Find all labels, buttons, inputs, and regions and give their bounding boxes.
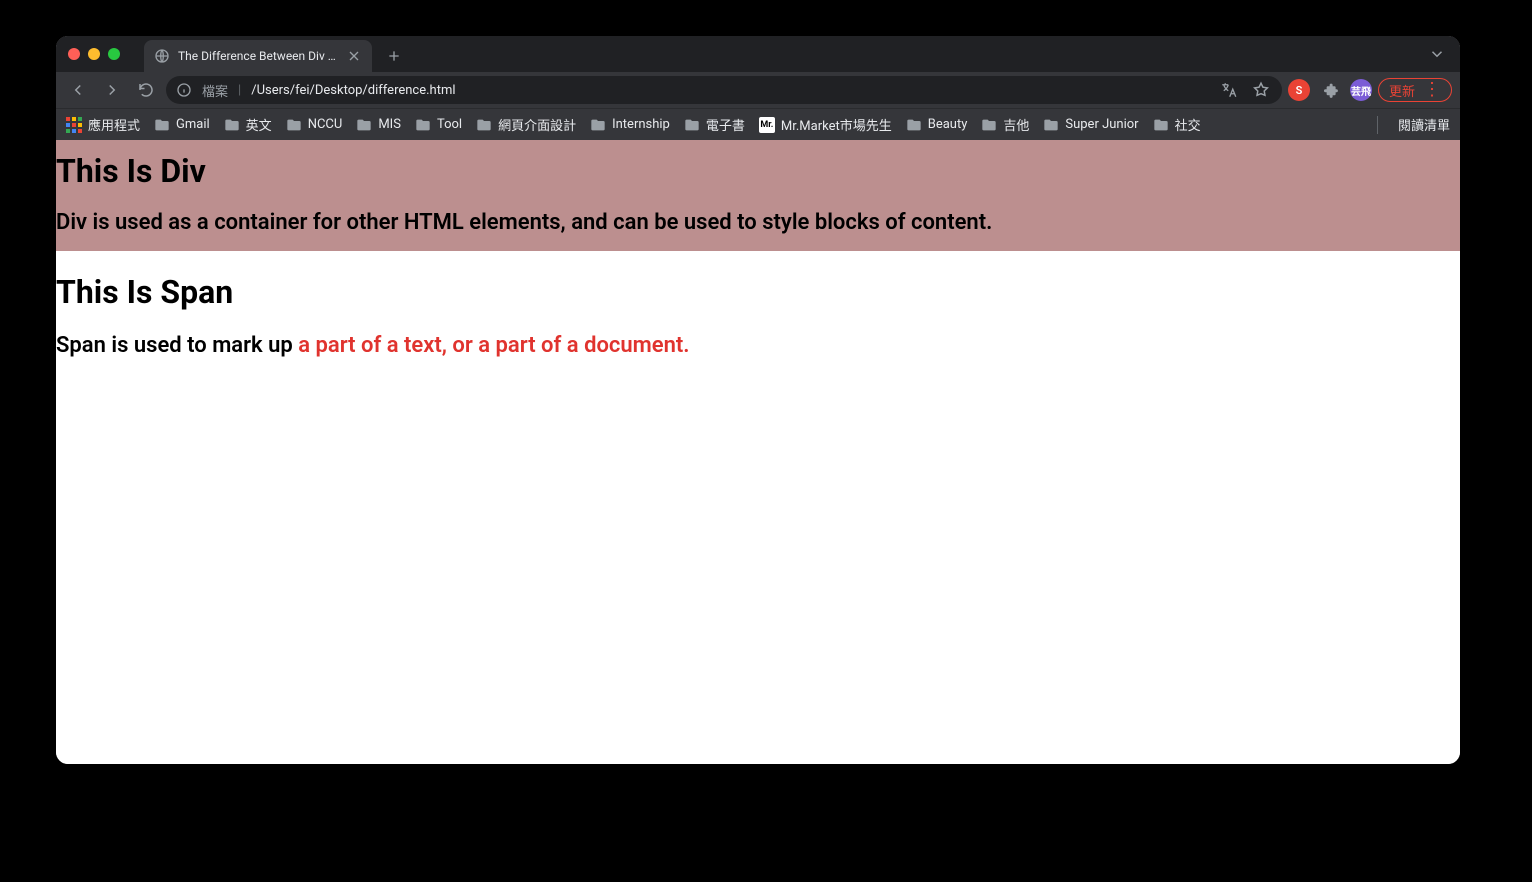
- mr-icon: Mr.: [759, 117, 775, 133]
- bookmark-label: 吉他: [1003, 115, 1029, 134]
- site-info-icon[interactable]: [176, 82, 192, 98]
- bookmark-folder[interactable]: Gmail: [154, 115, 210, 134]
- update-label: 更新: [1389, 81, 1415, 100]
- browser-chrome: The Difference Between Div an: [56, 36, 1460, 140]
- close-window-button[interactable]: [68, 48, 80, 60]
- bookmark-label: MIS: [378, 117, 401, 132]
- bookmark-folder[interactable]: 電子書: [684, 115, 745, 134]
- bookmark-label: 英文: [246, 115, 272, 134]
- span-text: Span is used to mark up a part of a text…: [56, 333, 1460, 358]
- translate-icon[interactable]: [1218, 79, 1240, 101]
- folder-icon: [906, 117, 922, 133]
- bookmark-mrmarket[interactable]: Mr. Mr.Market市場先生: [759, 115, 892, 134]
- folder-icon: [1043, 117, 1059, 133]
- span-heading: This Is Span: [56, 273, 1460, 333]
- page-content: This Is Div Div is used as a container f…: [56, 140, 1460, 764]
- profile-avatar[interactable]: 芸飛: [1350, 79, 1372, 101]
- folder-icon: [286, 117, 302, 133]
- folder-icon: [981, 117, 997, 133]
- bookmark-label: NCCU: [308, 117, 343, 132]
- folder-icon: [415, 117, 431, 133]
- tab-title: The Difference Between Div an: [178, 49, 338, 63]
- globe-icon: [154, 48, 170, 64]
- star-icon[interactable]: [1250, 79, 1272, 101]
- browser-window: The Difference Between Div an: [56, 36, 1460, 764]
- div-text: Div is used as a container for other HTM…: [56, 210, 1460, 235]
- forward-button[interactable]: [98, 76, 126, 104]
- update-button[interactable]: 更新 ⋮: [1378, 78, 1452, 102]
- extension-avatar[interactable]: S: [1288, 79, 1310, 101]
- folder-icon: [684, 117, 700, 133]
- folder-icon: [224, 117, 240, 133]
- tab-overflow-icon[interactable]: [1428, 45, 1446, 63]
- bookmark-label: Internship: [612, 117, 670, 132]
- address-path: /Users/fei/Desktop/difference.html: [251, 83, 455, 98]
- div-demo-block: This Is Div Div is used as a container f…: [56, 140, 1460, 251]
- folder-icon: [590, 117, 606, 133]
- bookmark-label: Super Junior: [1065, 117, 1138, 132]
- extensions-icon[interactable]: [1316, 76, 1344, 104]
- bookmark-label: 應用程式: [88, 115, 140, 134]
- minimize-window-button[interactable]: [88, 48, 100, 60]
- close-tab-icon[interactable]: [346, 48, 362, 64]
- bookmark-label: 社交: [1175, 115, 1201, 134]
- bookmark-label: 電子書: [706, 115, 745, 134]
- span-demo-block: This Is Span Span is used to mark up a p…: [56, 251, 1460, 358]
- address-bar[interactable]: 檔案 | /Users/fei/Desktop/difference.html: [166, 76, 1282, 104]
- tab-strip: The Difference Between Div an: [56, 36, 1460, 72]
- folder-icon: [1153, 117, 1169, 133]
- reading-list-button[interactable]: 閱讀清單: [1392, 115, 1450, 134]
- bookmark-label: 網頁介面設計: [498, 115, 576, 134]
- bookmark-label: Gmail: [176, 117, 210, 132]
- bookmark-apps[interactable]: 應用程式: [66, 115, 140, 134]
- bookmark-folder[interactable]: NCCU: [286, 115, 343, 134]
- bookmark-folder[interactable]: Tool: [415, 115, 462, 134]
- bookmark-label: Mr.Market市場先生: [781, 115, 892, 134]
- window-controls: [68, 36, 120, 72]
- bookmark-folder[interactable]: MIS: [356, 115, 401, 134]
- bookmark-folder[interactable]: 社交: [1153, 115, 1201, 134]
- span-text-lead: Span is used to mark up: [56, 333, 298, 358]
- bookmarks-bar: 應用程式 Gmail 英文 NCCU MIS Tool 網頁介面設計 Internship 電…: [56, 108, 1460, 140]
- address-source-label: 檔案: [202, 81, 228, 100]
- bookmark-folder[interactable]: 吉他: [981, 115, 1029, 134]
- back-button[interactable]: [64, 76, 92, 104]
- maximize-window-button[interactable]: [108, 48, 120, 60]
- folder-icon: [476, 117, 492, 133]
- span-text-highlight: a part of a text, or a part of a documen…: [298, 333, 689, 358]
- bookmarks-divider: [1377, 116, 1378, 134]
- reading-list-label: 閱讀清單: [1398, 115, 1450, 134]
- bookmark-label: Beauty: [928, 117, 968, 132]
- folder-icon: [356, 117, 372, 133]
- div-heading: This Is Div: [56, 140, 1460, 210]
- browser-tab-active[interactable]: The Difference Between Div an: [144, 40, 372, 72]
- bookmark-folder[interactable]: Beauty: [906, 115, 968, 134]
- reload-button[interactable]: [132, 76, 160, 104]
- bookmark-folder[interactable]: 英文: [224, 115, 272, 134]
- bookmark-label: Tool: [437, 117, 462, 132]
- bookmark-folder[interactable]: 網頁介面設計: [476, 115, 576, 134]
- bookmark-folder[interactable]: Internship: [590, 115, 670, 134]
- folder-icon: [154, 117, 170, 133]
- address-separator: |: [238, 83, 241, 98]
- bookmark-folder[interactable]: Super Junior: [1043, 115, 1138, 134]
- toolbar: 檔案 | /Users/fei/Desktop/difference.html …: [56, 72, 1460, 108]
- apps-icon: [66, 117, 82, 133]
- new-tab-button[interactable]: [380, 42, 408, 70]
